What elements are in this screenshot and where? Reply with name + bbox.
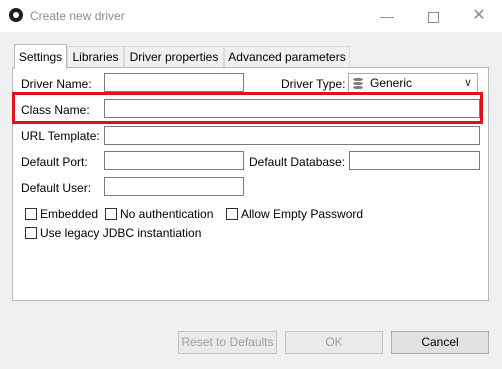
close-icon: ✕ <box>472 7 486 24</box>
default-user-input[interactable] <box>104 177 244 196</box>
database-icon <box>353 78 363 89</box>
maximize-icon <box>427 11 439 23</box>
no-authentication-checkbox[interactable] <box>105 208 117 220</box>
tab-advanced-parameters[interactable]: Advanced parameters <box>224 46 350 68</box>
no-authentication-label: No authentication <box>120 207 214 221</box>
driver-name-input[interactable] <box>104 73 244 92</box>
window-title: Create new driver <box>30 9 125 23</box>
default-port-label: Default Port: <box>21 155 88 169</box>
tab-settings[interactable]: Settings <box>14 44 67 69</box>
class-name-label: Class Name: <box>21 103 90 117</box>
default-user-label: Default User: <box>21 181 92 195</box>
driver-type-value: Generic <box>370 76 413 90</box>
class-name-input[interactable] <box>104 99 480 118</box>
driver-type-select[interactable]: Generic ∨ <box>348 73 478 94</box>
cancel-button[interactable]: Cancel <box>391 331 489 354</box>
allow-empty-password-checkbox[interactable] <box>226 208 238 220</box>
tab-driver-properties[interactable]: Driver properties <box>124 46 224 68</box>
ok-button[interactable]: OK <box>285 331 383 354</box>
url-template-label: URL Template: <box>21 129 100 143</box>
chevron-down-icon: ∨ <box>463 77 472 89</box>
minimize-button[interactable]: — <box>364 0 410 32</box>
tab-libraries[interactable]: Libraries <box>67 46 124 68</box>
default-database-input[interactable] <box>349 151 480 170</box>
app-icon <box>9 8 23 22</box>
maximize-button[interactable] <box>410 0 456 32</box>
embedded-label: Embedded <box>40 207 99 221</box>
title-bar: Create new driver — ✕ <box>0 0 502 32</box>
embedded-checkbox[interactable] <box>25 208 37 220</box>
default-port-input[interactable] <box>104 151 244 170</box>
default-database-label: Default Database: <box>249 155 346 169</box>
url-template-input[interactable] <box>104 126 480 145</box>
minimize-icon: — <box>380 8 394 24</box>
legacy-jdbc-label: Use legacy JDBC instantiation <box>40 226 202 240</box>
close-button[interactable]: ✕ <box>456 0 502 32</box>
allow-empty-password-label: Allow Empty Password <box>241 207 364 221</box>
driver-name-label: Driver Name: <box>21 77 92 91</box>
reset-to-defaults-button[interactable]: Reset to Defaults <box>178 331 277 354</box>
driver-type-label: Driver Type: <box>281 77 346 91</box>
legacy-jdbc-checkbox[interactable] <box>25 227 37 239</box>
